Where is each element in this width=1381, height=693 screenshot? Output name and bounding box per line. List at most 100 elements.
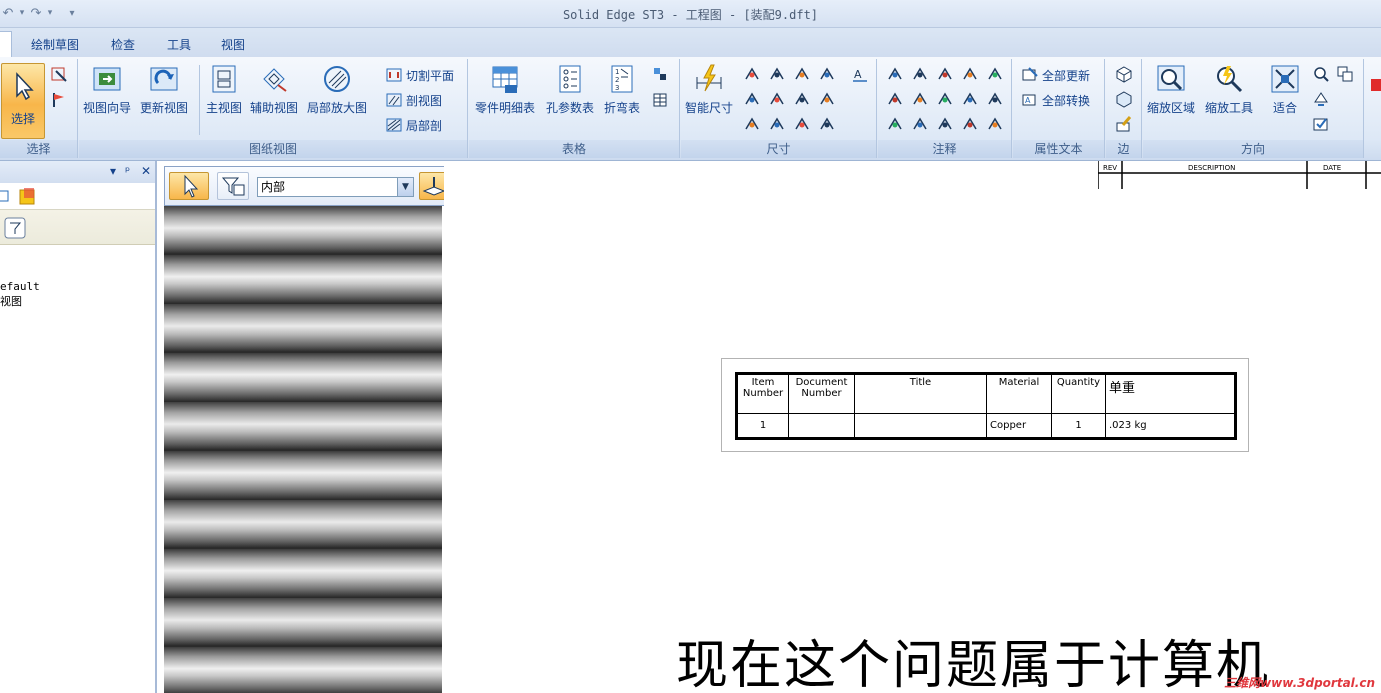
overlay-caption: 现在这个问题属于计算机 <box>676 636 1271 693</box>
detail-view-button[interactable]: 局部放大图 <box>307 63 367 116</box>
cutting-plane-button[interactable]: 切割平面 <box>385 65 454 85</box>
update-views-button[interactable]: 更新视图 <box>140 63 188 116</box>
panel-close-icon[interactable]: ✕ <box>141 164 151 178</box>
angle-dimension-icon[interactable] <box>768 115 786 133</box>
table-tool-icon-1[interactable] <box>651 65 669 83</box>
fit-icon <box>1271 65 1299 93</box>
feature-frame-icon[interactable] <box>986 65 1004 83</box>
partial-tool-icon[interactable] <box>1371 79 1381 91</box>
group-drawing-views: 视图向导 更新视图 主视图 辅助视图 局部放大图 切割平面 剖视图 局部剖 图纸… <box>79 59 468 158</box>
text-icon[interactable] <box>986 90 1004 108</box>
group-select: 选择 选择 <box>0 59 78 158</box>
title-block-date: DATE <box>1323 164 1341 172</box>
text-icon[interactable] <box>936 115 954 133</box>
edge-cube-icon-1[interactable] <box>1115 65 1133 83</box>
callout-icon[interactable] <box>886 90 904 108</box>
leader-icon[interactable] <box>911 115 929 133</box>
update-all-button[interactable]: 全部更新 <box>1021 65 1090 85</box>
title-block-rev: REV <box>1103 164 1117 172</box>
select-filter-dropdown[interactable]: 内部 ▼ <box>257 177 414 197</box>
panel-toolbar <box>0 183 155 209</box>
distance-dimension-icon[interactable] <box>743 65 761 83</box>
symmetric-dimension-icon[interactable] <box>793 90 811 108</box>
coordinate-dimension-icon[interactable] <box>743 115 761 133</box>
distance-dimension-icon[interactable] <box>768 90 786 108</box>
drawing-sheet[interactable]: REV DESCRIPTION DATE Item Number Documen… <box>444 161 1381 693</box>
hole-table-button[interactable]: 孔参数表 <box>546 63 594 116</box>
panel-dropdown-icon[interactable]: ▾ <box>110 164 116 178</box>
smart-dimension-button[interactable]: 智能尺寸 <box>685 63 733 116</box>
cell-document-number <box>788 413 855 439</box>
leader-icon[interactable] <box>961 90 979 108</box>
zoom-tool-button[interactable]: 缩放工具 <box>1205 63 1253 116</box>
edge-paint-icon[interactable] <box>1115 115 1133 133</box>
table-tool-icon-2[interactable] <box>651 91 669 109</box>
select-flag-icon[interactable] <box>50 91 68 109</box>
table-row[interactable]: 1 Copper 1 .023 kg <box>736 413 1236 439</box>
panel-tool-icon-2[interactable] <box>18 186 38 206</box>
principal-view-label: 主视图 <box>206 101 243 115</box>
datum-icon[interactable] <box>986 115 1004 133</box>
cell-unit-weight: .023 kg <box>1105 413 1236 439</box>
callout-icon[interactable] <box>936 65 954 83</box>
text-icon[interactable] <box>911 65 929 83</box>
tab-tools[interactable]: 工具 <box>167 36 191 53</box>
select-tool-button[interactable] <box>169 172 209 200</box>
feature-frame-icon[interactable] <box>886 115 904 133</box>
distance-dimension-icon[interactable] <box>793 115 811 133</box>
parts-list-button[interactable]: 零件明细表 <box>475 63 535 116</box>
tree-item[interactable]: 视图 <box>0 294 155 309</box>
chevron-down-icon[interactable]: ▼ <box>397 178 413 196</box>
symmetric-dimension-icon[interactable] <box>818 115 836 133</box>
parts-list-table[interactable]: Item Number Document Number Title Materi… <box>735 372 1237 440</box>
parts-list-frame[interactable]: Item Number Document Number Title Materi… <box>721 358 1249 452</box>
svg-text:2: 2 <box>615 76 619 84</box>
auxiliary-view-label: 辅助视图 <box>250 101 299 115</box>
panel-filter-icon[interactable] <box>4 217 26 239</box>
coordinate-dimension-icon[interactable] <box>793 65 811 83</box>
panel-pin-icon[interactable]: ᵖ <box>125 164 130 178</box>
coordinate-dimension-icon[interactable] <box>818 90 836 108</box>
tab-view[interactable]: 视图 <box>221 36 245 53</box>
select-button[interactable]: 选择 <box>1 63 45 139</box>
view-wizard-button[interactable]: 视图向导 <box>83 63 131 116</box>
tab-draw-sketch[interactable]: 绘制草图 <box>31 36 79 53</box>
callout-icon[interactable] <box>961 115 979 133</box>
leader-icon[interactable] <box>886 65 904 83</box>
zoom-in-icon[interactable] <box>1312 65 1330 83</box>
parts-list-icon <box>492 66 518 93</box>
zoom-area-label: 缩放区域 <box>1147 101 1196 115</box>
convert-all-button[interactable]: A 全部转换 <box>1021 90 1090 110</box>
angle-dimension-icon[interactable] <box>743 90 761 108</box>
cell-title <box>854 413 987 439</box>
tab-inspect[interactable]: 检查 <box>111 36 135 53</box>
tree-item[interactable]: efault <box>0 279 155 294</box>
datum-icon[interactable] <box>911 90 929 108</box>
feature-frame-icon[interactable] <box>936 90 954 108</box>
edge-cube-icon-2[interactable] <box>1115 90 1133 108</box>
section-view-button[interactable]: 剖视图 <box>385 90 442 110</box>
cutting-plane-icon <box>386 68 402 82</box>
group-annotation: 注释 <box>878 59 1012 158</box>
filter-button[interactable] <box>217 172 249 200</box>
zoom-area-button[interactable]: 缩放区域 <box>1147 63 1195 116</box>
symmetric-dimension-icon[interactable] <box>768 65 786 83</box>
tab-home[interactable] <box>0 31 12 59</box>
angle-dimension-icon[interactable] <box>818 65 836 83</box>
principal-view-button[interactable]: 主视图 <box>206 63 242 116</box>
dimension-style-icon[interactable]: A <box>851 65 869 83</box>
group-edge: 边 <box>1106 59 1142 158</box>
panel-filter-bar <box>0 209 155 245</box>
fit-button[interactable]: 适合 <box>1269 63 1301 116</box>
view-check-icon[interactable] <box>1312 115 1330 133</box>
pan-icon[interactable] <box>1312 90 1330 108</box>
auxiliary-view-button[interactable]: 辅助视图 <box>250 63 298 116</box>
datum-icon[interactable] <box>961 65 979 83</box>
bend-table-button[interactable]: 123 折弯表 <box>604 63 640 116</box>
zoom-area-icon <box>1157 65 1185 91</box>
panel-tool-icon-1[interactable] <box>0 187 10 205</box>
select-tools-icon[interactable] <box>50 65 68 83</box>
broken-out-view-button[interactable]: 局部剖 <box>385 115 442 135</box>
preview-stripe <box>164 304 442 353</box>
window-icon[interactable] <box>1336 65 1354 83</box>
